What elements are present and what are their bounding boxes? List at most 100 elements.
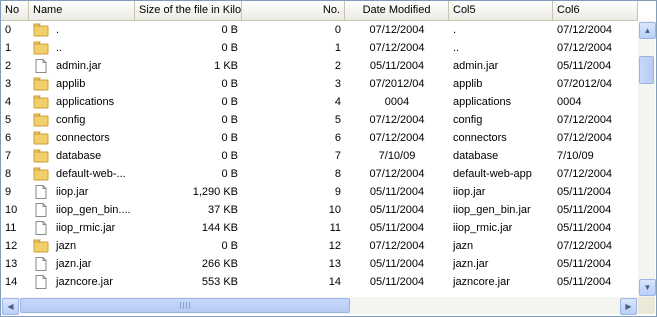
table-row[interactable]: 6 connectors 0 B 6 07/12/2004 connectors 07/12… bbox=[1, 129, 638, 147]
table-row[interactable]: 9 iiop.jar 1,290 KB 9 05/11/2004 iiop.jar 05/1… bbox=[1, 183, 638, 201]
file-name-text: connectors bbox=[56, 132, 110, 144]
cell-name: admin.jar bbox=[29, 57, 135, 75]
table-row[interactable]: 3 applib 0 B 3 07/2012/04 applib 07/2012/04 bbox=[1, 75, 638, 93]
scroll-right-button[interactable]: ▶ bbox=[620, 298, 637, 315]
table-header: No Name Size of the file in Kilo I No. D… bbox=[1, 1, 638, 21]
cell-size: 0 B bbox=[221, 96, 238, 108]
cell-name: jazn bbox=[29, 237, 135, 255]
cell-col6: 05/11/2004 bbox=[557, 204, 612, 216]
cell-date-modified: 07/12/2004 bbox=[369, 168, 425, 180]
folder-icon bbox=[33, 41, 49, 55]
cell-no2: 11 bbox=[329, 222, 341, 234]
cell-no: 0 bbox=[5, 24, 12, 36]
table-row[interactable]: 1.. 0 B 1 07/12/2004.. 07/12/2004 bbox=[1, 39, 638, 57]
cell-date-modified: 05/11/2004 bbox=[369, 60, 425, 72]
horizontal-scroll-thumb[interactable] bbox=[20, 298, 350, 313]
file-name-text: jazn bbox=[56, 240, 77, 252]
column-header-size[interactable]: Size of the file in Kilo I bbox=[135, 1, 242, 20]
cell-no: 13 bbox=[5, 258, 18, 270]
cell-no: 9 bbox=[5, 186, 12, 198]
cell-col6: 07/12/2004 bbox=[557, 42, 613, 54]
cell-col5: iiop.jar bbox=[453, 186, 486, 198]
folder-icon bbox=[33, 239, 49, 253]
cell-date-modified: 07/12/2004 bbox=[369, 24, 425, 36]
cell-col6: 7/10/09 bbox=[557, 150, 594, 162]
cell-size: 0 B bbox=[221, 78, 238, 90]
cell-col6: 05/11/2004 bbox=[557, 186, 612, 198]
cell-col5: applib bbox=[453, 78, 483, 90]
column-header-no[interactable]: No bbox=[1, 1, 29, 20]
scrollbar-corner bbox=[638, 297, 655, 314]
table-row[interactable]: 7 database 0 B 7 7/10/09 database 7/10/09 bbox=[1, 147, 638, 165]
column-header-col6[interactable]: Col6 bbox=[553, 1, 638, 20]
cell-col6: 07/12/2004 bbox=[557, 168, 613, 180]
column-header-date-modified[interactable]: Date Modified bbox=[345, 1, 449, 20]
scroll-down-button[interactable]: ▼ bbox=[639, 279, 656, 296]
table-row[interactable]: 14 jazncore.jar 553 KB 14 05/11/2004 jazncore… bbox=[1, 273, 638, 291]
cell-no2: 1 bbox=[334, 42, 341, 54]
column-header-no2[interactable]: No. bbox=[242, 1, 345, 20]
table-body: 0. 0 B 0 07/12/2004. 07/12/2004 1.. 0 B 1 07/12/… bbox=[1, 21, 638, 297]
cell-col5: jazn.jar bbox=[453, 258, 489, 270]
cell-size: 37 KB bbox=[208, 204, 238, 216]
file-name-text: admin.jar bbox=[56, 60, 102, 72]
column-header-col5[interactable]: Col5 bbox=[449, 1, 553, 20]
horizontal-scrollbar[interactable]: ◀ ▶ bbox=[1, 297, 638, 315]
cell-no: 11 bbox=[5, 222, 17, 234]
cell-no: 12 bbox=[5, 240, 18, 252]
cell-col5: admin.jar bbox=[453, 60, 499, 72]
table-row[interactable]: 5 config 0 B 5 07/12/2004 config 07/12/2004 bbox=[1, 111, 638, 129]
cell-no2: 10 bbox=[328, 204, 341, 216]
cell-name: . bbox=[29, 21, 135, 39]
table-row[interactable]: 11 iiop_rmic.jar 144 KB 11 05/11/2004 iiop_rm… bbox=[1, 219, 638, 237]
file-icon bbox=[33, 257, 49, 271]
scroll-up-button[interactable]: ▲ bbox=[639, 22, 656, 39]
file-icon bbox=[33, 203, 49, 217]
cell-date-modified: 05/11/2004 bbox=[369, 186, 425, 198]
grip-line bbox=[189, 302, 190, 309]
vertical-scroll-thumb[interactable] bbox=[639, 56, 654, 84]
cell-col6: 07/12/2004 bbox=[557, 240, 613, 252]
table-row[interactable]: 8 default-web-... 0 B 8 07/12/2004 default-we… bbox=[1, 165, 638, 183]
cell-date-modified: 05/11/2004 bbox=[369, 276, 425, 288]
file-name-text: jazn.jar bbox=[56, 258, 92, 270]
cell-size: 0 B bbox=[221, 240, 238, 252]
file-name-text: config bbox=[56, 114, 86, 126]
cell-size: 0 B bbox=[221, 150, 238, 162]
cell-col5: config bbox=[453, 114, 483, 126]
cell-col5: iiop_gen_bin.jar bbox=[453, 204, 531, 216]
cell-no2: 0 bbox=[334, 24, 341, 36]
table-row[interactable]: 12 jazn 0 B 12 07/12/2004 jazn 07/12/2004 bbox=[1, 237, 638, 255]
file-name-text: .. bbox=[56, 42, 63, 54]
cell-name: jazn.jar bbox=[29, 255, 135, 273]
cell-no2: 14 bbox=[328, 276, 341, 288]
cell-date-modified: 07/12/2004 bbox=[369, 240, 425, 252]
file-name-text: applib bbox=[56, 78, 86, 90]
table-row[interactable]: 2 admin.jar 1 KB 2 05/11/2004 admin.jar 05/11/… bbox=[1, 57, 638, 75]
cell-col6: 07/2012/04 bbox=[557, 78, 613, 90]
cell-col5: iiop_rmic.jar bbox=[453, 222, 513, 234]
cell-size: 0 B bbox=[221, 132, 238, 144]
folder-icon bbox=[33, 149, 49, 163]
table-row[interactable]: 0. 0 B 0 07/12/2004. 07/12/2004 bbox=[1, 21, 638, 39]
file-table[interactable]: No Name Size of the file in Kilo I No. D… bbox=[0, 0, 657, 317]
cell-no: 6 bbox=[5, 132, 12, 144]
cell-no2: 5 bbox=[334, 114, 341, 126]
cell-date-modified: 07/12/2004 bbox=[369, 132, 425, 144]
file-name-text: iiop.jar bbox=[56, 186, 89, 198]
cell-no: 8 bbox=[5, 168, 12, 180]
column-header-name[interactable]: Name bbox=[29, 1, 135, 20]
file-name-text: iiop_rmic.jar bbox=[56, 222, 116, 234]
cell-size: 0 B bbox=[221, 24, 238, 36]
vertical-scrollbar[interactable]: ▲ ▼ bbox=[638, 21, 656, 297]
cell-col6: 05/11/2004 bbox=[557, 258, 612, 270]
file-name-text: applications bbox=[56, 96, 115, 108]
scroll-left-button[interactable]: ◀ bbox=[2, 298, 19, 315]
cell-name: database bbox=[29, 147, 135, 165]
folder-icon bbox=[33, 77, 49, 91]
cell-date-modified: 05/11/2004 bbox=[369, 204, 425, 216]
table-row[interactable]: 13 jazn.jar 266 KB 13 05/11/2004 jazn.jar 05/1… bbox=[1, 255, 638, 273]
table-row[interactable]: 10 iiop_gen_bin.... 37 KB 10 05/11/2004 iiop_… bbox=[1, 201, 638, 219]
table-row[interactable]: 4 applications 0 B 4 0004 applications 0004 bbox=[1, 93, 638, 111]
cell-name: iiop_rmic.jar bbox=[29, 219, 135, 237]
